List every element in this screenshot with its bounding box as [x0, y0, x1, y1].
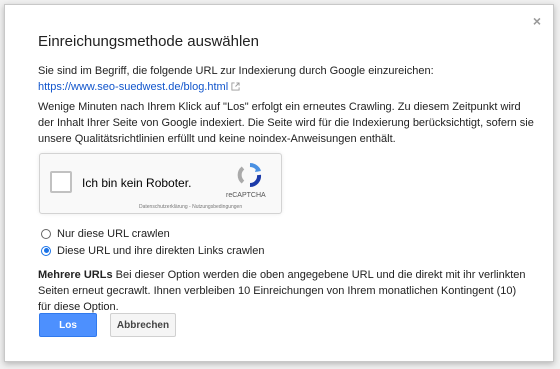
- recaptcha-links[interactable]: Datenschutzerklärung - Nutzungsbedingung…: [139, 204, 242, 210]
- submitted-url-link[interactable]: https://www.seo-suedwest.de/blog.html: [38, 81, 228, 93]
- option-label: Diese URL und ihre direkten Links crawle…: [57, 244, 265, 257]
- option-label: Nur diese URL crawlen: [57, 227, 170, 240]
- radio-url-and-links[interactable]: [41, 245, 51, 256]
- recaptcha-logo-icon: [237, 163, 262, 188]
- intro-text: Sie sind im Begriff, die folgende URL zu…: [38, 65, 434, 77]
- recaptcha-checkbox[interactable]: [50, 171, 72, 193]
- crawl-options: Nur diese URL crawlen Diese URL und ihre…: [41, 225, 264, 259]
- submit-dialog: × Einreichungsmethode auswählen Sie sind…: [4, 4, 554, 362]
- option-url-only[interactable]: Nur diese URL crawlen: [41, 225, 264, 242]
- dialog-title: Einreichungsmethode auswählen: [38, 33, 259, 50]
- recaptcha-brand: reCAPTCHA: [226, 192, 266, 199]
- recaptcha-widget: Ich bin kein Roboter. reCAPTCHA Datensch…: [39, 153, 282, 214]
- radio-url-only[interactable]: [41, 228, 51, 239]
- close-icon[interactable]: ×: [533, 13, 541, 29]
- multi-url-title: Mehrere URLs: [38, 269, 113, 281]
- cancel-button[interactable]: Abbrechen: [110, 313, 176, 337]
- info-paragraph: Wenige Minuten nach Ihrem Klick auf "Los…: [38, 101, 534, 145]
- recaptcha-label: Ich bin kein Roboter.: [82, 176, 192, 190]
- multi-url-description: Mehrere URLs Bei dieser Option werden di…: [38, 267, 528, 315]
- option-url-and-links[interactable]: Diese URL und ihre direkten Links crawle…: [41, 242, 264, 259]
- go-button[interactable]: Los: [39, 313, 97, 337]
- intro-paragraph: Sie sind im Begriff, die folgende URL zu…: [38, 63, 538, 95]
- external-link-icon[interactable]: [231, 82, 240, 91]
